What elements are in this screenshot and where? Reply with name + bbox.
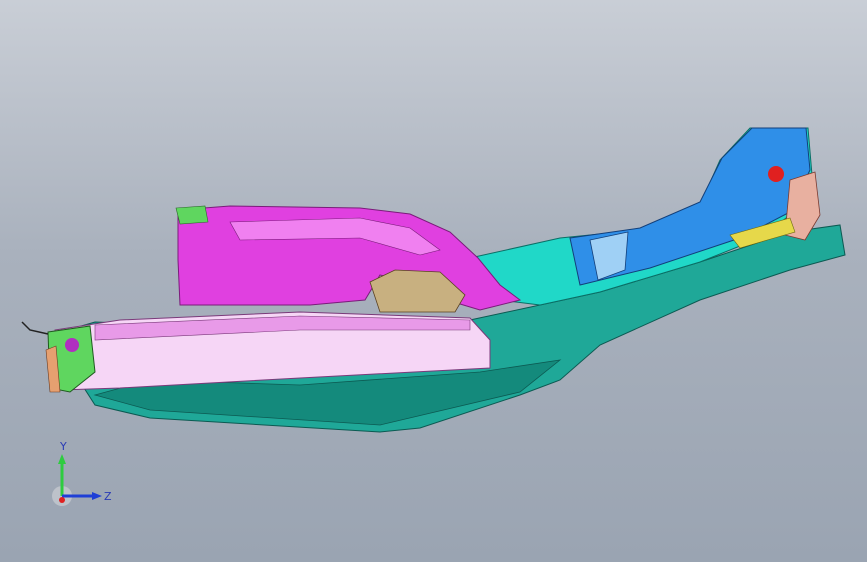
cad-viewport[interactable]: Y Z	[0, 0, 867, 562]
front-node-hole	[65, 338, 79, 352]
red-marker	[768, 166, 784, 182]
x-axis-icon	[59, 497, 65, 503]
orientation-triad: Y Z	[52, 440, 112, 506]
front-wire	[21, 321, 49, 335]
z-axis-arrow-icon	[92, 492, 102, 500]
y-axis-arrow-icon	[58, 454, 66, 464]
y-axis-label: Y	[59, 440, 67, 453]
car-body-3d-model[interactable]	[0, 0, 867, 562]
green-flange-part[interactable]	[175, 205, 209, 225]
z-axis-label: Z	[104, 490, 112, 503]
